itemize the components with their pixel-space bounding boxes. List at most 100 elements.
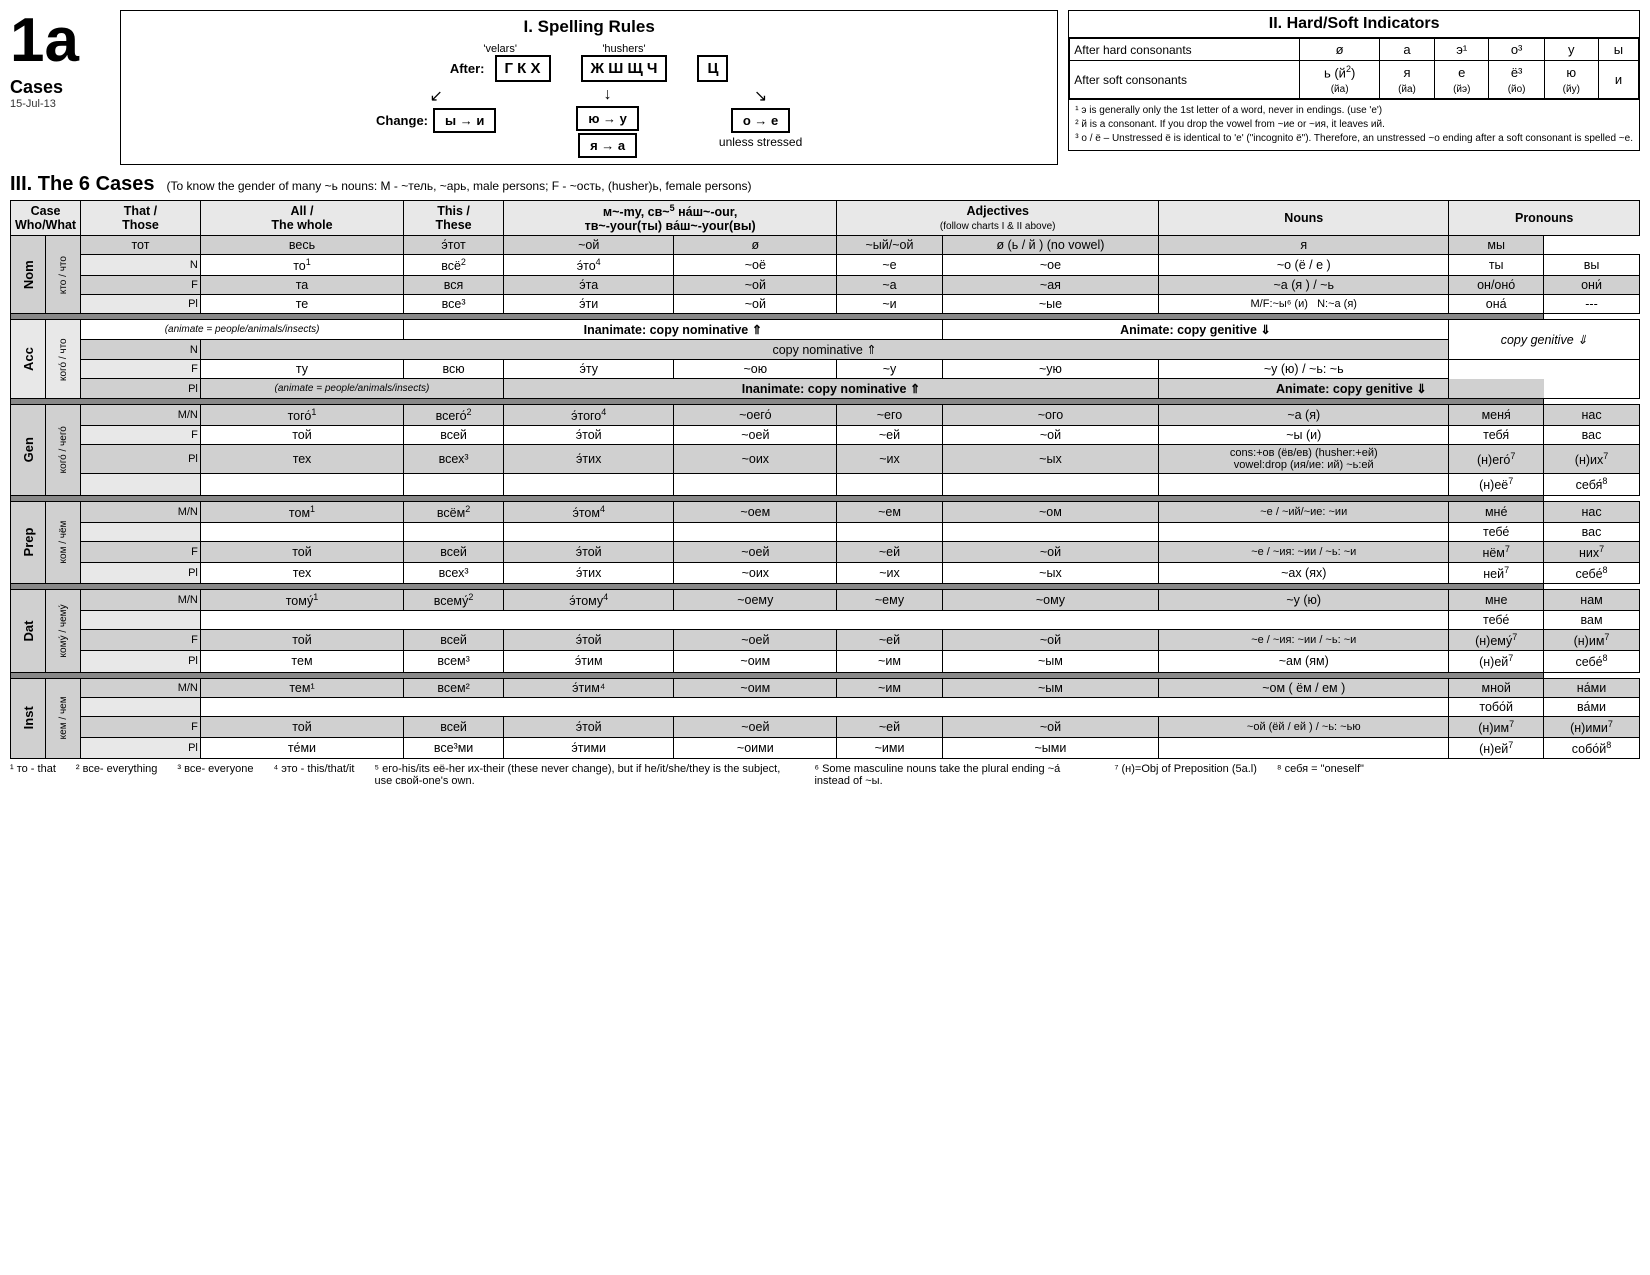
inst-mn2-pr2: ва́ми <box>1544 697 1640 716</box>
top-section: 1a Cases 15-Jul-13 I. Spelling Rules 've… <box>10 10 1640 165</box>
spelling-rules-section: I. Spelling Rules 'velars' After: Г К Х … <box>120 10 1058 165</box>
after-label: After: <box>450 61 485 76</box>
nom-case-label: Nom <box>11 236 46 314</box>
header-that: That /Those <box>81 201 201 236</box>
nom-f-aya: ~ая <box>942 276 1158 295</box>
inst-mn-ym: ~ым <box>942 678 1158 697</box>
dat-pl-row: Pl тем всем³ э́тим ~оим ~им ~ым ~ам (ям)… <box>11 651 1640 672</box>
inst-pl-temi: те́ми <box>200 737 403 758</box>
hs-r1c5: у <box>1544 39 1598 61</box>
gen-mn-gender: M/N <box>81 405 201 426</box>
inst-f-oyey: ~оей <box>674 716 837 737</box>
gen-extra-c6 <box>942 474 1158 495</box>
inst-mn-vsem: всем² <box>404 678 504 697</box>
nom-f-pr1: он/оно́ <box>1449 276 1544 295</box>
gen-pl-nouns: cons:+ов (ёв/ев) (husher:+ей)vowel:drop … <box>1159 445 1449 474</box>
dat-pl-pr1: (н)ей7 <box>1449 651 1544 672</box>
acc-pl-row: Pl (animate = people/animals/insects) In… <box>11 379 1640 399</box>
nom-m-tot: тот <box>81 236 201 255</box>
acc-f-row: F ту всю э́ту ~ою ~у ~ую ~у (ю) / ~ь: ~ь <box>11 360 1640 379</box>
footnote-7: ⁷ (н)=Obj of Preposition (5a.l) <box>1114 763 1256 787</box>
nom-pl-gender: Pl <box>81 295 201 314</box>
inst-f-nouns: ~ой (ёй / ей ) / ~ь: ~ью <box>1159 716 1449 737</box>
label-date: 15-Jul-13 <box>10 98 120 110</box>
prep-gender-col: ком / чём <box>46 501 81 583</box>
spelling-rules-title: I. Spelling Rules <box>131 17 1047 37</box>
nom-pl-yie: ~ые <box>942 295 1158 314</box>
prep-mn2-c6 <box>942 522 1158 541</box>
nom-f-vsya: вся <box>404 276 504 295</box>
gen-extra-pr2: себя́8 <box>1544 474 1640 495</box>
nom-n-oyo: ~оё <box>674 255 837 276</box>
acc-pl-gender: Pl <box>81 379 201 399</box>
gen-gender-col: кого́ / чего́ <box>46 405 81 495</box>
nom-m-pr2: мы <box>1449 236 1544 255</box>
header-my-our: м~-my, св~5 на́ш~-our,тв~-your(ты) ва́ш~… <box>504 201 837 236</box>
hs-note1: ¹ э is generally only the 1st letter of … <box>1075 104 1633 118</box>
section3-header: III. The 6 Cases (To know the gender of … <box>10 173 1640 196</box>
prep-mn-vsem: всём2 <box>404 501 504 522</box>
prep-pl-yx: ~ых <box>942 562 1158 583</box>
prep-f-vsey: всей <box>404 541 504 562</box>
dat-mn-nouns: ~у (ю) <box>1159 590 1449 611</box>
nom-f-a: ~а <box>837 276 942 295</box>
section3-title: III. The 6 Cases <box>10 173 155 196</box>
ts-box: Ц <box>697 55 728 82</box>
prep-f-ey: ~ей <box>837 541 942 562</box>
footnotes-section: ¹ то - that ² все- everything ³ все- eve… <box>10 763 1640 787</box>
nom-n-pr1: ты <box>1449 255 1544 276</box>
nom-pl-te: те <box>200 295 403 314</box>
dat-mn-etomu: э́тому4 <box>504 590 674 611</box>
hs-r1c1: ø <box>1300 39 1379 61</box>
velars-label: 'velars' <box>483 43 517 55</box>
gen-f-toy: той <box>200 426 403 445</box>
nom-n-eto: э́то4 <box>504 255 674 276</box>
prep-f-pr2: них7 <box>1544 541 1640 562</box>
prep-pl-tex: тех <box>200 562 403 583</box>
nom-f-oi: ~ой <box>674 276 837 295</box>
prep-mn-gender: M/N <box>81 501 201 522</box>
gen-mn-ego: ~его <box>837 405 942 426</box>
dat-pl-nouns: ~ам (ям) <box>1159 651 1449 672</box>
inst-f-pr2: (н)ими7 <box>1544 716 1640 737</box>
nom-pl-pr2: --- <box>1544 295 1640 314</box>
prep-pl-oix: ~оих <box>674 562 837 583</box>
prep-mn2-row: тебе́ вас <box>11 522 1640 541</box>
gen-extra-pr1: (н)её7 <box>1449 474 1544 495</box>
prep-pl-pr2: себе́8 <box>1544 562 1640 583</box>
inst-f-pr1: (н)им7 <box>1449 716 1544 737</box>
hard-soft-notes: ¹ э is generally only the 1st letter of … <box>1069 99 1639 150</box>
soft-consonants-label: After soft consonants <box>1070 61 1300 99</box>
hs-r1c4: о³ <box>1489 39 1544 61</box>
prep-mn2-c4 <box>674 522 837 541</box>
hs-r1c3: э¹ <box>1435 39 1489 61</box>
acc-gender-col: кого́ / что <box>46 320 81 399</box>
prep-f-pr1: нём7 <box>1449 541 1544 562</box>
dat-mn-row: Dat кому́ / чему́ M/N тому́1 всему́2 э́т… <box>11 590 1640 611</box>
prep-pl-ix: ~их <box>837 562 942 583</box>
dat-mn2-gender <box>81 611 201 630</box>
acc-f-nouns: ~у (ю) / ~ь: ~ь <box>1159 360 1449 379</box>
footnote-4: ⁴ это - this/that/it <box>273 763 354 787</box>
lesson-number: 1a <box>10 10 110 72</box>
inst-mn2-gender <box>81 697 201 716</box>
prep-mn2-c3 <box>504 522 674 541</box>
acc-n-row: N copy nominative ⇑ <box>11 340 1640 360</box>
prep-mn-om: ~ом <box>942 501 1158 522</box>
footnote-1: ¹ то - that <box>10 763 56 787</box>
nom-pl-nouns: M/F:~ы⁶ (и) N:~а (я) <box>1159 295 1449 314</box>
acc-f-u: ~у <box>837 360 942 379</box>
prep-mn-tom: том1 <box>200 501 403 522</box>
gen-pl-pr1: (н)его́7 <box>1449 445 1544 474</box>
change3a-box: о → е <box>731 108 790 133</box>
inst-mn-row: Inst кем / чем M/N тем¹ всем² э́тим⁴ ~ои… <box>11 678 1640 697</box>
hushers-label: 'hushers' <box>602 43 645 55</box>
nom-f-ta: та <box>200 276 403 295</box>
gen-extra-c2 <box>404 474 504 495</box>
section3-subtitle: (To know the gender of many ~ь nouns: M … <box>167 179 752 193</box>
prep-case-label: Prep <box>11 501 46 583</box>
acc-f-etu: э́ту <box>504 360 674 379</box>
dat-mn2-empty <box>200 611 1448 630</box>
footnote-3: ³ все- everyone <box>177 763 253 787</box>
prep-mn-pr2: нас <box>1544 501 1640 522</box>
